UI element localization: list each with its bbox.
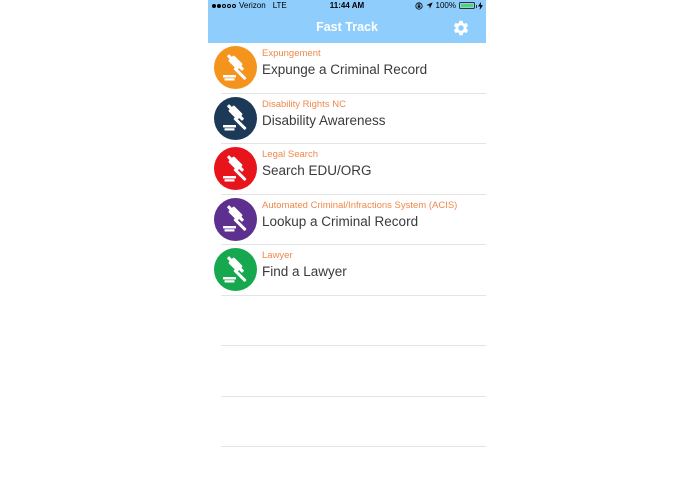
gavel-icon	[222, 255, 246, 282]
status-right: 100%	[414, 1, 483, 10]
phone-screen: Verizon LTE 11:44 AM 100% Fast Track Exp…	[208, 0, 486, 494]
page-title: Fast Track	[316, 20, 378, 34]
category-avatar	[214, 46, 257, 89]
item-title: Search EDU/ORG	[262, 163, 372, 178]
item-subtitle: Legal Search	[262, 149, 318, 160]
empty-row	[208, 397, 486, 447]
item-subtitle: Disability Rights NC	[262, 98, 346, 110]
fast-track-list: Expungement Expunge a Criminal Record Disa…	[208, 43, 486, 447]
empty-row	[208, 296, 486, 346]
item-title: Lookup a Criminal Record	[262, 213, 419, 229]
category-avatar	[214, 147, 257, 190]
battery-tip	[475, 5, 477, 8]
gavel-icon	[222, 53, 246, 80]
item-title: Expunge a Criminal Record	[262, 62, 428, 77]
item-title: Disability Awareness	[262, 112, 386, 128]
charging-bolt-icon	[478, 1, 483, 10]
item-subtitle: Lawyer	[262, 250, 293, 261]
list-item[interactable]: Expungement Expunge a Criminal Record	[208, 43, 486, 94]
location-arrow-icon	[425, 2, 433, 9]
battery-percent: 100%	[435, 1, 456, 10]
category-avatar	[214, 248, 257, 291]
list-item[interactable]: Lawyer Find a Lawyer	[208, 245, 486, 296]
battery-fill	[461, 4, 473, 7]
battery-icon	[459, 2, 477, 9]
category-avatar	[214, 96, 257, 140]
empty-row	[208, 346, 486, 397]
gavel-icon	[222, 104, 246, 131]
gear-icon[interactable]	[452, 19, 470, 37]
row-divider	[221, 446, 486, 447]
status-bar: Verizon LTE 11:44 AM 100%	[208, 0, 486, 13]
lock-rotation-icon	[414, 1, 423, 10]
list-item[interactable]: Legal Search Search EDU/ORG	[208, 144, 486, 195]
gavel-icon	[222, 205, 246, 232]
item-subtitle: Expungement	[262, 48, 321, 59]
category-avatar	[214, 197, 257, 241]
navigation-bar: Fast Track	[208, 13, 486, 43]
item-subtitle: Automated Criminal/Infractions System (A…	[262, 199, 458, 211]
list-item[interactable]: Automated Criminal/Infractions System (A…	[208, 195, 486, 245]
item-title: Find a Lawyer	[262, 264, 347, 279]
list-item[interactable]: Disability Rights NC Disability Awareness	[208, 94, 486, 144]
gavel-icon	[222, 154, 246, 181]
